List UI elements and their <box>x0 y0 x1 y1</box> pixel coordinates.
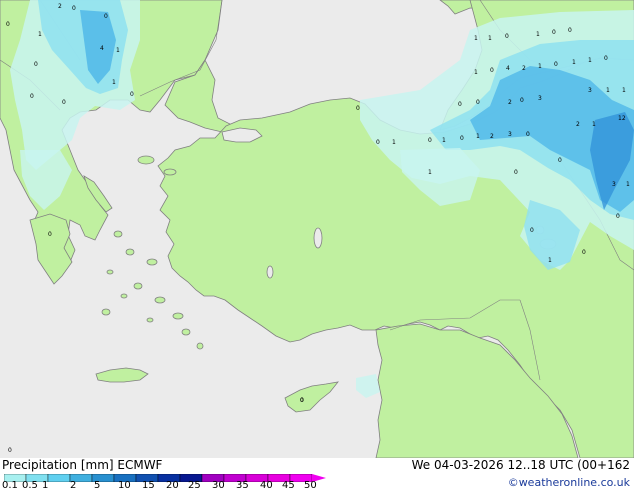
precip-value-label: 0 <box>130 91 134 98</box>
precip-value-label: 1 <box>488 35 492 42</box>
precip-value-label: 0 <box>34 61 38 68</box>
precip-value-label: 1 <box>474 69 478 76</box>
precip-value-label: 1 <box>592 121 596 128</box>
precip-value-label: 2 <box>58 3 62 10</box>
precip-value-label: 0 <box>376 139 380 146</box>
credit-link[interactable]: ©weatheronline.co.uk <box>508 476 630 489</box>
precip-value-label: 4 <box>100 45 104 52</box>
precip-value-label: 1 <box>548 257 552 264</box>
island <box>113 230 123 238</box>
lake <box>266 265 274 279</box>
scale-tick-label: 25 <box>188 480 201 491</box>
precip-value-label: 0 <box>48 231 52 238</box>
scale-tick-label: 30 <box>212 480 225 491</box>
scale-tick-label: 40 <box>260 480 273 491</box>
precip-value-label: 2 <box>576 121 580 128</box>
precip-value-label: 0 <box>616 213 620 220</box>
precip-value-label: 1 <box>538 63 542 70</box>
precip-value-label: 0 <box>552 29 556 36</box>
precip-value-label: 0 <box>300 397 304 404</box>
precip-value-label: 0 <box>72 5 76 12</box>
precip-value-label: 0 <box>505 33 509 40</box>
island <box>133 282 143 290</box>
precip-value-label: 3 <box>508 131 512 138</box>
island <box>137 155 155 165</box>
island <box>120 293 128 299</box>
precip-value-label: 1 <box>606 87 610 94</box>
precip-value-label: 0 <box>62 99 66 106</box>
precip-value-label: 0 <box>582 249 586 256</box>
island <box>172 312 184 320</box>
precip-value-label: 0 <box>514 169 518 176</box>
scale-tick-label: 45 <box>282 480 295 491</box>
scale-tick-label: 5 <box>94 480 101 491</box>
precip-value-label: 0 <box>8 447 12 454</box>
island <box>196 342 204 350</box>
precip-value-label: 0 <box>530 227 534 234</box>
precip-value-label: 12 <box>618 115 626 122</box>
precip-value-label: 1 <box>622 87 626 94</box>
lake <box>313 227 323 249</box>
scale-tick-label: 0.5 <box>22 480 38 491</box>
precip-value-label: 1 <box>112 79 116 86</box>
precip-value-label: 3 <box>538 95 542 102</box>
precip-value-label: 0 <box>30 93 34 100</box>
scale-tick-label: 0.1 <box>2 480 18 491</box>
scale-tick-label: 1 <box>42 480 49 491</box>
precip-value-label: 0 <box>490 67 494 74</box>
precip-value-label: 1 <box>476 133 480 140</box>
precip-value-label: 0 <box>554 61 558 68</box>
precip-value-label: 0 <box>558 157 562 164</box>
island <box>181 328 191 336</box>
precip-value-label: 0 <box>356 105 360 112</box>
legend-footer: Precipitation [mm] ECMWF We 04-03-2026 1… <box>0 458 634 491</box>
scale-tick-label: 20 <box>166 480 179 491</box>
precip-value-label: 0 <box>520 97 524 104</box>
precip-value-label: 2 <box>490 133 494 140</box>
scale-swatch <box>47 474 71 482</box>
precip-value-label: 2 <box>522 65 526 72</box>
scale-tick-label: 15 <box>142 480 155 491</box>
map-valid-time: We 04-03-2026 12..18 UTC (00+162 <box>411 458 630 472</box>
precip-value-label: 4 <box>506 65 510 72</box>
scale-tick-label: 2 <box>70 480 77 491</box>
precip-value-label: 0 <box>604 55 608 62</box>
scale-tick-label: 35 <box>236 480 249 491</box>
precip-value-label: 1 <box>392 139 396 146</box>
precip-value-label: 0 <box>568 27 572 34</box>
island <box>106 269 114 275</box>
precip-value-label: 1 <box>38 31 42 38</box>
island <box>154 296 166 304</box>
precip-value-label: 1 <box>588 57 592 64</box>
precip-value-label: 0 <box>6 21 10 28</box>
island <box>163 168 177 176</box>
precip-value-label: 0 <box>428 137 432 144</box>
island <box>146 258 158 266</box>
precip-value-label: 1 <box>116 47 120 54</box>
precip-value-label: 0 <box>476 99 480 106</box>
precipitation-map: 02 0014 101000001 1 0 1 0 01 0 4 2 1 0 1 1 000 0 2 0 33 1 12 1… <box>0 0 634 458</box>
island <box>101 308 111 316</box>
precip-value-label: 3 <box>612 181 616 188</box>
precip-value-label: 1 <box>536 31 540 38</box>
scale-tick-label: 10 <box>118 480 131 491</box>
map-title: Precipitation [mm] ECMWF <box>2 458 163 472</box>
precip-value-label: 1 <box>474 35 478 42</box>
island <box>146 317 154 323</box>
precip-value-label: 1 <box>428 169 432 176</box>
precip-value-label: 2 <box>508 99 512 106</box>
scale-tick-label: 50 <box>304 480 317 491</box>
precip-value-label: 0 <box>458 101 462 108</box>
precip-value-label: 1 <box>442 137 446 144</box>
precip-value-label: 3 <box>588 87 592 94</box>
precip-value-label: 0 <box>104 13 108 20</box>
precip-value-label: 0 <box>526 131 530 138</box>
precip-value-label: 1 <box>572 59 576 66</box>
precip-value-label: 0 <box>460 135 464 142</box>
precip-value-label: 1 <box>626 181 630 188</box>
island <box>125 248 135 256</box>
